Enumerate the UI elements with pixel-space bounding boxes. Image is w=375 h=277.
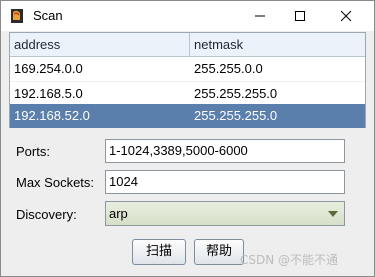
title-bar[interactable]: Scan: [1, 1, 374, 31]
discovery-selected-value: arp: [109, 206, 128, 221]
maximize-icon: [295, 11, 305, 21]
scan-window: Scan address netmask 169.254.0.0 255.255…: [0, 0, 375, 277]
table-header: address netmask: [10, 33, 365, 57]
netmask-cell: 255.255.255.0: [194, 108, 278, 123]
minimize-icon: [255, 15, 265, 17]
scan-button[interactable]: 扫描: [132, 239, 186, 265]
table-row[interactable]: 169.254.0.0 255.255.0.0: [10, 57, 365, 81]
discovery-label: Discovery:: [16, 207, 77, 222]
max-sockets-input[interactable]: 1024: [105, 170, 345, 194]
discovery-select[interactable]: arp: [105, 201, 345, 226]
max-sockets-label: Max Sockets:: [16, 175, 95, 190]
close-button[interactable]: [323, 1, 369, 31]
address-cell: 192.168.52.0: [14, 108, 90, 123]
address-cell: 169.254.0.0: [14, 61, 83, 76]
help-button[interactable]: 帮助: [194, 239, 244, 265]
ports-label: Ports:: [16, 144, 50, 159]
chevron-down-icon[interactable]: [322, 202, 344, 225]
address-cell: 192.168.5.0: [14, 86, 83, 101]
maximize-button[interactable]: [277, 1, 323, 31]
coffee-cup-icon: [9, 8, 25, 24]
ports-input[interactable]: 1-1024,3389,5000-6000: [105, 139, 345, 163]
column-header-address[interactable]: address: [10, 33, 190, 56]
netmask-cell: 255.255.0.0: [194, 61, 263, 76]
window-title: Scan: [33, 8, 63, 23]
column-header-netmask[interactable]: netmask: [190, 33, 365, 56]
close-icon: [340, 10, 352, 22]
watermark: CSDN @不能不通: [240, 253, 339, 267]
table-row[interactable]: 192.168.5.0 255.255.255.0: [10, 81, 365, 105]
netmask-cell: 255.255.255.0: [194, 86, 278, 101]
network-table[interactable]: address netmask 169.254.0.0 255.255.0.0 …: [9, 32, 366, 128]
table-row-selected[interactable]: 192.168.52.0 255.255.255.0: [10, 104, 365, 128]
